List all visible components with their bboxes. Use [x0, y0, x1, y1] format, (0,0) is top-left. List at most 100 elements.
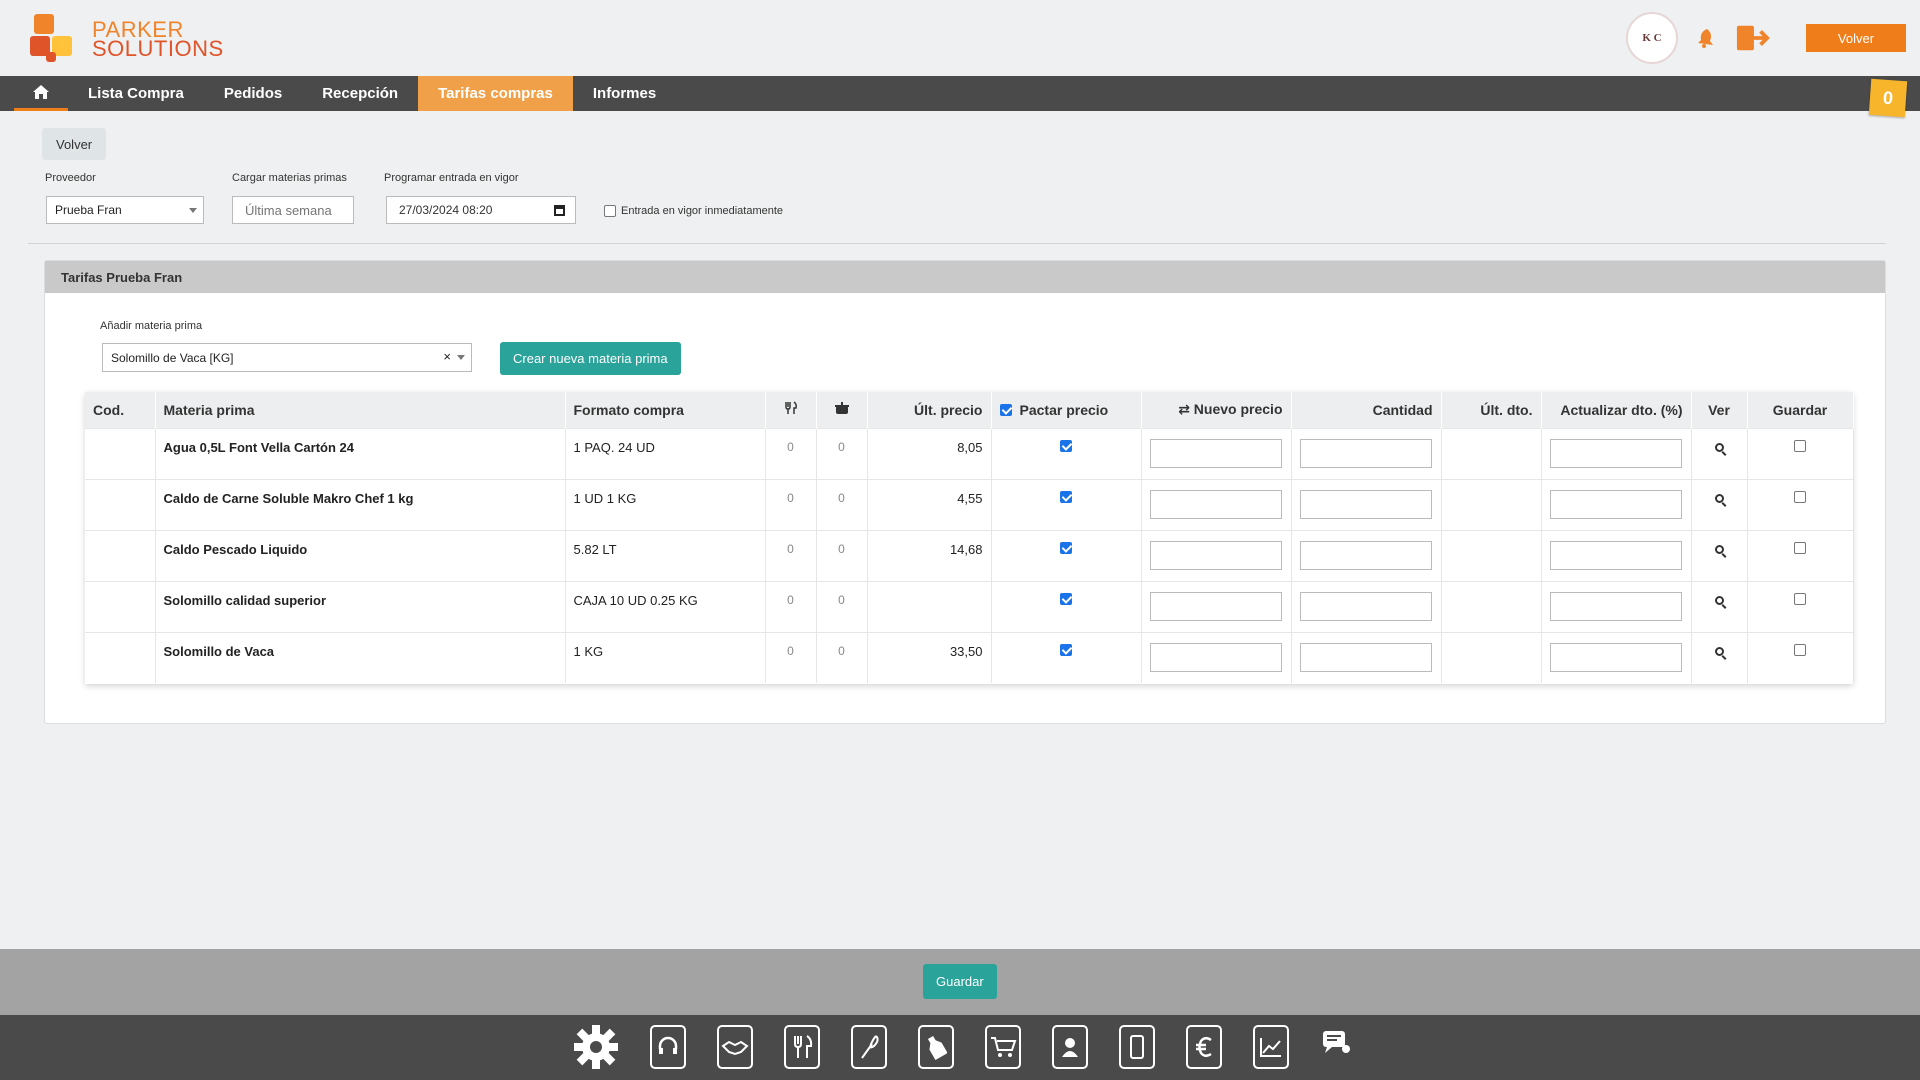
pactar-checkbox[interactable] — [1060, 592, 1072, 605]
col-pot[interactable] — [816, 392, 868, 428]
handshake-icon[interactable] — [717, 1025, 753, 1069]
logout-icon[interactable] — [1736, 21, 1770, 55]
cell-pactar — [991, 580, 1142, 632]
tarifas-table: Cod. Materia prima Formato compra Últ. p… — [85, 392, 1854, 683]
nuevo-precio-input[interactable] — [1150, 438, 1282, 468]
col-ult-dto[interactable]: Últ. dto. — [1441, 392, 1542, 428]
nav-item-recepcion[interactable]: Recepción — [302, 76, 418, 111]
nav-item-informes[interactable]: Informes — [573, 76, 676, 111]
col-pactar[interactable]: Pactar precio — [991, 392, 1142, 428]
cantidad-input[interactable] — [1300, 438, 1432, 468]
bottle-icon[interactable] — [918, 1025, 954, 1069]
proveedor-value: Prueba Fran — [55, 203, 122, 217]
entrada-inmediata-checkbox[interactable] — [604, 205, 616, 217]
cargar-input[interactable] — [232, 196, 354, 224]
cutlery-icon[interactable] — [784, 1025, 820, 1069]
col-ult-precio[interactable]: Últ. precio — [867, 392, 992, 428]
cell-actualizar-dto — [1541, 427, 1692, 479]
cantidad-input[interactable] — [1300, 489, 1432, 519]
table-row: Agua 0,5L Font Vella Cartón 24 1 PAQ. 24… — [85, 427, 1854, 479]
add-materia-select[interactable]: Solomillo de Vaca [KG] × — [102, 343, 472, 372]
create-materia-button[interactable]: Crear nueva materia prima — [500, 342, 681, 375]
cantidad-input[interactable] — [1300, 591, 1432, 621]
cell-cod — [85, 631, 156, 683]
contact-icon[interactable] — [1052, 1025, 1088, 1069]
nuevo-precio-input[interactable] — [1150, 642, 1282, 672]
cell-cod — [85, 427, 156, 479]
pactar-checkbox[interactable] — [1060, 439, 1072, 452]
cell-n2: 0 — [816, 631, 868, 683]
guardar-checkbox[interactable] — [1794, 643, 1806, 656]
search-icon[interactable] — [1714, 544, 1724, 554]
nuevo-precio-input[interactable] — [1150, 540, 1282, 570]
guardar-checkbox[interactable] — [1794, 490, 1806, 503]
main-nav: Lista Compra Pedidos Recepción Tarifas c… — [0, 76, 1920, 111]
col-formato[interactable]: Formato compra — [565, 392, 766, 428]
parker-solutions-logo[interactable]: PARKER SOLUTIONS — [30, 14, 230, 64]
cell-ult-dto — [1441, 427, 1542, 479]
nuevo-precio-input[interactable] — [1150, 489, 1282, 519]
guardar-checkbox[interactable] — [1794, 592, 1806, 605]
cantidad-input[interactable] — [1300, 540, 1432, 570]
cart-count-badge[interactable]: 0 — [1868, 78, 1908, 118]
cell-n1: 0 — [765, 529, 817, 581]
pactar-checkbox[interactable] — [1060, 541, 1072, 554]
nav-item-tarifas-compras[interactable]: Tarifas compras — [418, 76, 573, 111]
phone-icon[interactable] — [1119, 1025, 1155, 1069]
nav-home[interactable] — [14, 76, 68, 111]
proveedor-select[interactable]: Prueba Fran — [46, 196, 204, 224]
settings-icon[interactable] — [571, 1025, 621, 1069]
col-materia[interactable]: Materia prima — [155, 392, 566, 428]
headset-icon[interactable] — [650, 1025, 686, 1069]
pactar-checkbox[interactable] — [1060, 490, 1072, 503]
back-button[interactable]: Volver — [42, 128, 107, 160]
col-actualizar-dto[interactable]: Actualizar dto. (%) — [1541, 392, 1692, 428]
guardar-checkbox[interactable] — [1794, 541, 1806, 554]
cart-icon[interactable] — [985, 1025, 1021, 1069]
search-icon[interactable] — [1714, 493, 1724, 503]
actualizar-dto-input[interactable] — [1550, 642, 1682, 672]
cell-cantidad — [1291, 580, 1442, 632]
actualizar-dto-input[interactable] — [1550, 489, 1682, 519]
actualizar-dto-input[interactable] — [1550, 591, 1682, 621]
volver-top-button[interactable]: Volver — [1806, 24, 1906, 52]
col-ver[interactable]: Ver — [1691, 392, 1748, 428]
col-cantidad[interactable]: Cantidad — [1291, 392, 1442, 428]
nav-item-lista-compra[interactable]: Lista Compra — [68, 76, 204, 111]
col-cod[interactable]: Cod. — [85, 392, 156, 428]
cell-nuevo-precio — [1141, 427, 1292, 479]
euro-icon[interactable] — [1186, 1025, 1222, 1069]
user-avatar[interactable]: K C — [1626, 12, 1678, 64]
chat-icon[interactable] — [1318, 1021, 1354, 1065]
cantidad-input[interactable] — [1300, 642, 1432, 672]
search-icon[interactable] — [1714, 442, 1724, 452]
cell-ult-dto — [1441, 529, 1542, 581]
cell-pactar — [991, 427, 1142, 479]
calendar-icon[interactable] — [554, 205, 565, 216]
chart-icon[interactable] — [1253, 1025, 1289, 1069]
clear-icon[interactable]: × — [443, 349, 451, 364]
cell-ver — [1691, 631, 1748, 683]
col-guardar[interactable]: Guardar — [1747, 392, 1854, 428]
notification-icon[interactable] — [1690, 21, 1724, 55]
table-header-row: Cod. Materia prima Formato compra Últ. p… — [85, 392, 1854, 428]
entrada-inmediata-option[interactable]: Entrada en vigor inmediatamente — [604, 205, 783, 217]
col-cutlery[interactable] — [765, 392, 817, 428]
programar-label: Programar entrada en vigor — [384, 172, 519, 184]
actualizar-dto-input[interactable] — [1550, 438, 1682, 468]
save-button[interactable]: Guardar — [923, 964, 997, 999]
table-row: Solomillo de Vaca 1 KG 0 0 33,50 — [85, 631, 1854, 683]
programar-date-input[interactable]: 27/03/2024 08:20 — [386, 196, 576, 224]
pactar-all-checkbox[interactable] — [999, 403, 1012, 416]
col-nuevo-precio[interactable]: ⇄ Nuevo precio — [1141, 392, 1292, 428]
search-icon[interactable] — [1714, 595, 1724, 605]
guardar-checkbox[interactable] — [1794, 439, 1806, 452]
search-icon[interactable] — [1714, 646, 1724, 656]
whisk-icon[interactable] — [851, 1025, 887, 1069]
cell-nuevo-precio — [1141, 529, 1292, 581]
cell-cantidad — [1291, 529, 1442, 581]
actualizar-dto-input[interactable] — [1550, 540, 1682, 570]
pactar-checkbox[interactable] — [1060, 643, 1072, 656]
nav-item-pedidos[interactable]: Pedidos — [204, 76, 302, 111]
nuevo-precio-input[interactable] — [1150, 591, 1282, 621]
